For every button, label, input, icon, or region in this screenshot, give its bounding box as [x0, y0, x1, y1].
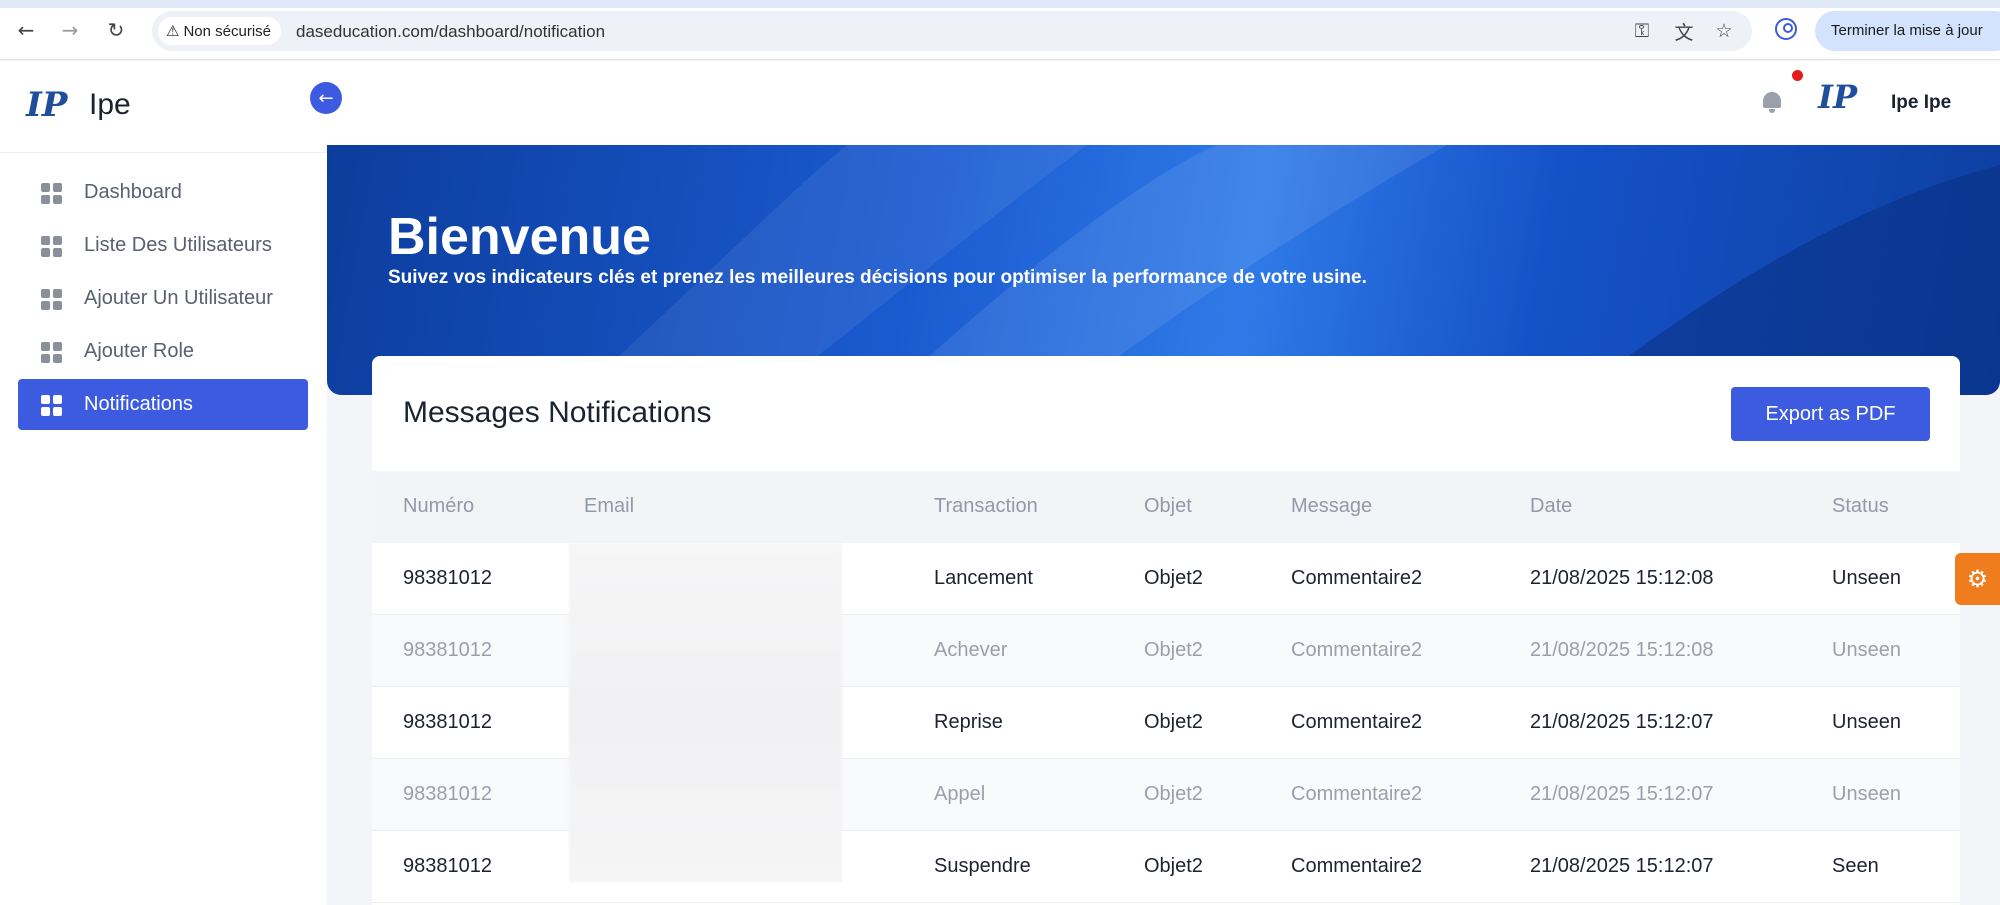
- cell-message: Commentaire2: [1291, 855, 1423, 877]
- forward-arrow-icon[interactable]: →: [58, 16, 82, 44]
- cell-date: 21/08/2025 15:12:08: [1530, 639, 1714, 661]
- redacted-email-column: [569, 543, 842, 882]
- hero-subtitle: Suivez vos indicateurs clés et prenez le…: [388, 267, 1367, 288]
- address-bar[interactable]: ⚠ Non sécurisé daseducation.com/dashboar…: [152, 11, 1752, 51]
- profile-icon[interactable]: [1775, 18, 1797, 40]
- user-name[interactable]: Ipe Ipe: [1891, 92, 1951, 114]
- cell-status: Unseen: [1832, 711, 1901, 733]
- security-label: Non sécurisé: [183, 22, 271, 40]
- cell-date: 21/08/2025 15:12:07: [1530, 783, 1714, 805]
- sidebar-item-add-user[interactable]: Ajouter Un Utilisateur: [18, 273, 308, 324]
- cell-objet: Objet2: [1144, 711, 1203, 733]
- grid-icon: [41, 395, 62, 416]
- cell-transaction: Lancement: [934, 567, 1033, 589]
- sidebar-item-add-role[interactable]: Ajouter Role: [18, 326, 308, 377]
- cell-date: 21/08/2025 15:12:07: [1530, 711, 1714, 733]
- notifications-card: Messages Notifications Export as PDF Num…: [372, 356, 1960, 905]
- unread-dot: [1792, 70, 1803, 81]
- settings-gear-button[interactable]: ⚙: [1955, 553, 2000, 605]
- url-text[interactable]: daseducation.com/dashboard/notification: [296, 22, 605, 42]
- cell-message: Commentaire2: [1291, 567, 1423, 589]
- table-header: Numéro Email Transaction Objet Message D…: [372, 471, 1960, 543]
- cell-numero: 98381012: [403, 567, 492, 589]
- cell-date: 21/08/2025 15:12:08: [1530, 567, 1714, 589]
- key-icon[interactable]: ⚿: [1630, 19, 1654, 43]
- cell-transaction: Suspendre: [934, 855, 1031, 877]
- sidebar-item-notifications[interactable]: Notifications: [18, 379, 308, 430]
- cell-numero: 98381012: [403, 711, 492, 733]
- sidebar-item-label: Notifications: [84, 393, 193, 415]
- translate-icon[interactable]: 文: [1672, 19, 1696, 44]
- cell-transaction: Reprise: [934, 711, 1003, 733]
- cell-numero: 98381012: [403, 783, 492, 805]
- sidebar-item-label: Liste Des Utilisateurs: [84, 234, 272, 256]
- cell-transaction: Achever: [934, 639, 1008, 661]
- hero-title: Bienvenue: [388, 208, 651, 266]
- user-avatar[interactable]: IP: [1818, 78, 1857, 116]
- security-chip[interactable]: ⚠ Non sécurisé: [158, 17, 281, 45]
- cell-objet: Objet2: [1144, 855, 1203, 877]
- back-arrow-icon[interactable]: ←: [14, 16, 38, 44]
- grid-icon: [41, 183, 62, 204]
- sidebar-item-label: Ajouter Un Utilisateur: [84, 287, 273, 309]
- cell-status: Seen: [1832, 855, 1879, 877]
- warning-icon: ⚠: [166, 22, 180, 40]
- cell-date: 21/08/2025 15:12:07: [1530, 855, 1714, 877]
- browser-toolbar: ← → ↻ ⚠ Non sécurisé daseducation.com/da…: [0, 0, 2000, 60]
- gear-icon: ⚙: [1966, 565, 1989, 593]
- cell-message: Commentaire2: [1291, 639, 1423, 661]
- column-header-transaction[interactable]: Transaction: [934, 495, 1038, 518]
- top-bar: [327, 61, 2000, 145]
- column-header-objet[interactable]: Objet: [1144, 495, 1192, 518]
- grid-icon: [41, 236, 62, 257]
- card-title: Messages Notifications: [403, 396, 712, 429]
- brand-name: Ipe: [89, 88, 131, 121]
- sidebar-menu: Dashboard Liste Des Utilisateurs Ajouter…: [18, 167, 308, 432]
- tab-strip-edge: [0, 0, 2000, 8]
- cell-numero: 98381012: [403, 639, 492, 661]
- cell-objet: Objet2: [1144, 639, 1203, 661]
- cell-transaction: Appel: [934, 783, 986, 805]
- cell-status: Unseen: [1832, 567, 1901, 589]
- reload-icon[interactable]: ↻: [104, 16, 128, 44]
- cell-message: Commentaire2: [1291, 711, 1423, 733]
- star-icon[interactable]: ☆: [1712, 19, 1736, 43]
- update-button-label: Terminer la mise à jour: [1831, 22, 1983, 39]
- grid-icon: [41, 289, 62, 310]
- column-header-numero[interactable]: Numéro: [403, 495, 474, 518]
- export-pdf-button[interactable]: Export as PDF: [1731, 387, 1930, 441]
- bell-icon[interactable]: [1760, 90, 1784, 114]
- grid-icon: [41, 342, 62, 363]
- arrow-left-icon: ←: [318, 87, 334, 109]
- column-header-email[interactable]: Email: [584, 495, 634, 518]
- brand: IP Ipe: [0, 61, 327, 153]
- sidebar-item-label: Ajouter Role: [84, 340, 195, 362]
- column-header-date[interactable]: Date: [1530, 495, 1572, 518]
- brand-logo[interactable]: IP: [26, 85, 67, 125]
- column-header-status[interactable]: Status: [1832, 495, 1889, 518]
- cell-status: Unseen: [1832, 639, 1901, 661]
- update-button[interactable]: Terminer la mise à jour: [1815, 11, 2000, 51]
- cell-objet: Objet2: [1144, 567, 1203, 589]
- collapse-sidebar-button[interactable]: ←: [310, 82, 342, 114]
- table-body: 98381012 Lancement Objet2 Commentaire2 2…: [372, 543, 1960, 903]
- column-header-message[interactable]: Message: [1291, 495, 1372, 518]
- cell-numero: 98381012: [403, 855, 492, 877]
- sidebar-item-label: Dashboard: [84, 181, 182, 203]
- sidebar-item-users-list[interactable]: Liste Des Utilisateurs: [18, 220, 308, 271]
- cell-objet: Objet2: [1144, 783, 1203, 805]
- cell-message: Commentaire2: [1291, 783, 1423, 805]
- cell-status: Unseen: [1832, 783, 1901, 805]
- sidebar-item-dashboard[interactable]: Dashboard: [18, 167, 308, 218]
- sidebar: IP Ipe Dashboard Liste Des Utilisateurs …: [0, 61, 327, 905]
